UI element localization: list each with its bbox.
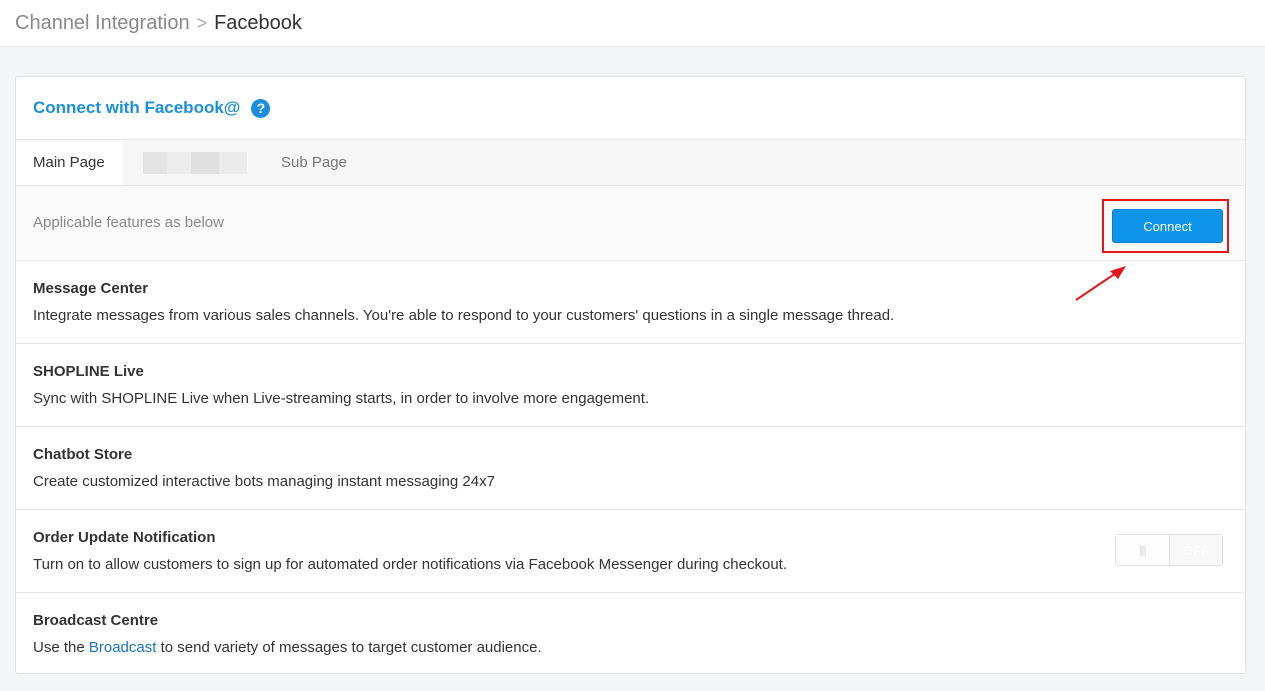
features-header: Applicable features as below Connect (16, 186, 1245, 261)
feature-desc: Create customized interactive bots manag… (33, 473, 495, 490)
feature-desc: Sync with SHOPLINE Live when Live-stream… (33, 390, 650, 407)
tab-sub-page[interactable]: Sub Page (247, 140, 364, 185)
feature-order-update-notification: Order Update Notification Turn on to all… (16, 510, 1245, 593)
feature-name: SHOPLINE Live (33, 363, 144, 380)
tab-main-page[interactable]: Main Page (16, 140, 123, 185)
broadcast-link[interactable]: Broadcast (89, 639, 157, 656)
feature-name: Order Update Notification (33, 529, 216, 546)
feature-shopline-live: SHOPLINE Live Sync with SHOPLINE Live wh… (16, 344, 1245, 427)
feature-desc: Use the Broadcast to send variety of mes… (33, 639, 542, 656)
feature-desc-after: to send variety of messages to target cu… (160, 639, 542, 656)
feature-broadcast-centre: Broadcast Centre Use the Broadcast to se… (16, 593, 1245, 676)
card-header: Connect with Facebook@ ? (16, 77, 1245, 140)
feature-name: Chatbot Store (33, 446, 133, 463)
breadcrumb-parent[interactable]: Channel Integration (15, 12, 190, 35)
facebook-connect-card: Connect with Facebook@ ? Main Page Sub P… (15, 76, 1246, 674)
feature-chatbot-store: Chatbot Store Create customized interact… (16, 427, 1245, 510)
feature-desc-before: Use the (33, 639, 85, 656)
feature-desc: Turn on to allow customers to sign up fo… (33, 556, 788, 573)
connect-button[interactable]: Connect (1112, 209, 1223, 243)
card-title: Connect with Facebook@ (33, 98, 241, 117)
breadcrumb-separator-icon: > (196, 12, 208, 33)
question-circle-icon[interactable]: ? (251, 98, 271, 118)
toggle-label: OFF (1183, 542, 1209, 558)
breadcrumb-current: Facebook (214, 11, 302, 34)
feature-desc: Integrate messages from various sales ch… (33, 307, 895, 324)
blurred-page-name (143, 152, 247, 174)
breadcrumb: Channel Integration > Facebook (0, 0, 1265, 47)
red-arrow-icon (1075, 266, 1126, 301)
feature-name: Broadcast Centre (33, 612, 159, 629)
toggle-handle-icon[interactable]: ||| (1116, 535, 1170, 565)
order-notification-toggle[interactable]: ||| OFF (1115, 534, 1223, 566)
page-tabs: Main Page Sub Page (16, 140, 1245, 186)
features-intro: Applicable features as below (33, 214, 224, 231)
feature-name: Message Center (33, 280, 149, 297)
